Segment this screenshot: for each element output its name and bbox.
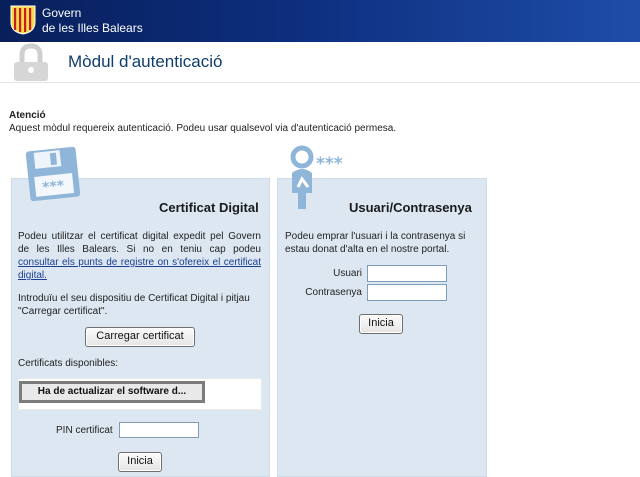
pin-label: PIN certificat <box>56 425 113 436</box>
username-input[interactable] <box>367 265 447 282</box>
username-label: Usuari <box>333 268 362 279</box>
notice-text: Aquest mòdul requereix autenticació. Pod… <box>9 123 397 134</box>
page-title: Mòdul d'autenticació <box>68 52 223 71</box>
password-input[interactable] <box>367 284 447 301</box>
certificate-description: Podeu utilitzar el certificat digital ex… <box>18 230 261 282</box>
notice-title: Atenció <box>9 110 46 121</box>
update-software-button[interactable]: Ha de actualizar el software d... <box>19 381 205 403</box>
government-name: Govern de les Illes Balears <box>42 6 143 36</box>
certificate-title: Certificat Digital <box>159 200 259 215</box>
user-key-icon: *** <box>290 145 343 209</box>
certificate-instructions: Introduïu el seu dispositiu de Certifica… <box>18 293 250 317</box>
password-label: Contrasenya <box>305 287 362 298</box>
floppy-disk-icon: *** <box>25 146 81 202</box>
lock-icon <box>14 43 48 81</box>
registration-points-link[interactable]: consultar els punts de registre on s'ofe… <box>18 257 261 281</box>
pin-input[interactable] <box>119 422 199 438</box>
certificate-description-text: Podeu utilitzar el certificat digital ex… <box>18 231 261 255</box>
government-name-line1: Govern <box>42 6 82 20</box>
government-shield-icon <box>10 5 36 35</box>
user-password-title: Usuari/Contrasenya <box>349 200 472 215</box>
top-banner: Govern de les Illes Balears <box>0 0 640 42</box>
svg-text:***: *** <box>316 154 343 174</box>
government-name-line2: de les Illes Balears <box>42 21 143 35</box>
user-password-description: Podeu emprar l'usuari i la contrasenya s… <box>285 231 466 255</box>
load-certificate-button[interactable]: Carregar certificat <box>85 327 195 347</box>
user-start-button[interactable]: Inicia <box>359 314 403 334</box>
certificate-start-button[interactable]: Inicia <box>118 452 162 472</box>
available-certificates-label: Certificats disponibles: <box>18 358 119 369</box>
svg-text:***: *** <box>42 178 66 196</box>
